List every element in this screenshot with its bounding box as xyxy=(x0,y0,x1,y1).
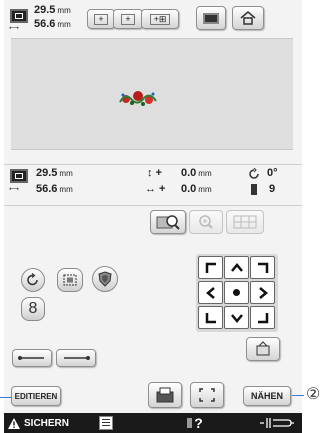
sew-button[interactable]: NÄHEN xyxy=(243,386,291,406)
vertical-offset-symbol: ↕ + xyxy=(147,167,162,179)
add-pattern-multi-button[interactable]: +⊞ xyxy=(141,9,179,29)
grid-button[interactable] xyxy=(226,210,264,234)
rotate-icon xyxy=(27,273,38,286)
status-width-value: 29.5 mm xyxy=(36,167,73,179)
presser-foot-icon[interactable] xyxy=(258,417,294,429)
size-icon xyxy=(10,9,28,23)
save-tab[interactable]: SICHERN xyxy=(7,414,77,432)
save-label: SICHERN xyxy=(24,417,70,429)
size-arrows-icon: ⟷ xyxy=(9,25,20,32)
vertical-offset-value: 0.0 mm xyxy=(181,167,212,179)
header-width-value: 29.5 mm xyxy=(34,4,71,16)
memory-save-icon xyxy=(156,387,174,403)
plus-box-icon-2: + xyxy=(121,13,135,25)
move-up-right-button[interactable] xyxy=(250,256,275,279)
sew-button-label: NÄHEN xyxy=(250,391,283,401)
add-pattern-group-button[interactable]: + xyxy=(113,9,143,29)
magnify-frame-icon xyxy=(156,215,180,230)
memory-save-button[interactable] xyxy=(148,382,182,408)
callout-line-right xyxy=(292,395,304,396)
previous-pattern-button[interactable] xyxy=(12,349,52,367)
help-button[interactable]: ? xyxy=(180,413,210,433)
border-button[interactable] xyxy=(57,268,83,292)
help-label: ? xyxy=(194,415,203,431)
home-button[interactable] xyxy=(232,6,264,30)
frame-corners-icon xyxy=(199,388,215,402)
corner-up-right-icon xyxy=(257,262,268,273)
corner-down-right-icon xyxy=(257,312,268,323)
rotation-angle-value: 0° xyxy=(267,167,278,179)
memory-button[interactable] xyxy=(196,6,226,30)
shield-icon xyxy=(98,271,112,287)
plus-box-icon: + xyxy=(94,13,108,25)
move-down-right-button[interactable] xyxy=(250,306,275,329)
settings-list-icon[interactable] xyxy=(99,416,113,430)
density-button[interactable]: 8 xyxy=(21,297,45,321)
move-left-button[interactable] xyxy=(198,281,223,304)
status-size-arrows-icon: ⟷ xyxy=(9,186,20,193)
status-height-value: 56.6 mm xyxy=(36,183,73,195)
chevron-right-icon xyxy=(258,286,268,299)
add-pattern-button[interactable]: + xyxy=(87,9,115,29)
move-down-left-button[interactable] xyxy=(198,306,223,329)
magnify-button[interactable] xyxy=(189,210,223,234)
embroidery-pattern xyxy=(119,91,157,106)
frame-pattern-icon xyxy=(63,274,77,286)
memory-icon xyxy=(203,12,219,24)
rotate-angle-icon xyxy=(249,168,259,179)
center-dot-icon xyxy=(233,289,240,296)
embroidery-frame-button[interactable] xyxy=(190,382,224,408)
rotate-button[interactable] xyxy=(21,268,45,292)
edit-button-label: EDITIEREN xyxy=(14,391,58,401)
header-height-value: 56.6 mm xyxy=(34,18,71,30)
horizontal-offset-value: 0.0 mm xyxy=(181,183,212,195)
chevron-down-icon xyxy=(230,313,243,323)
applique-button[interactable] xyxy=(92,266,118,292)
thread-spool-icon xyxy=(251,184,257,195)
chevron-left-icon xyxy=(205,286,215,299)
move-up-button[interactable] xyxy=(224,256,249,279)
grid-icon xyxy=(233,215,257,229)
trash-icon xyxy=(256,341,270,356)
move-right-button[interactable] xyxy=(250,281,275,304)
move-up-left-button[interactable] xyxy=(198,256,223,279)
plus-stack-icon: +⊞ xyxy=(150,13,170,25)
home-icon xyxy=(240,11,256,25)
zoom-preview-button[interactable] xyxy=(150,210,186,234)
color-count-value: 9 xyxy=(269,183,276,195)
next-pattern-button[interactable] xyxy=(56,349,96,367)
density-label: 8 xyxy=(28,300,38,317)
chevron-up-icon xyxy=(230,262,243,272)
arrow-left-line-icon xyxy=(18,356,44,360)
warning-icon xyxy=(8,417,20,429)
thread-icon xyxy=(187,418,193,428)
move-center-button[interactable] xyxy=(224,281,249,304)
delete-button[interactable] xyxy=(246,337,280,361)
callout-line-left xyxy=(0,397,12,398)
status-size-icon xyxy=(10,169,28,183)
edit-button[interactable]: EDITIEREN xyxy=(11,386,61,406)
corner-up-left-icon xyxy=(205,262,216,273)
horizontal-offset-symbol: ↔ + xyxy=(145,183,166,195)
magnify-icon xyxy=(199,215,213,229)
move-down-button[interactable] xyxy=(224,306,249,329)
callout-number: ② xyxy=(306,386,321,403)
arrow-right-line-icon xyxy=(64,356,90,360)
corner-down-left-icon xyxy=(205,312,216,323)
